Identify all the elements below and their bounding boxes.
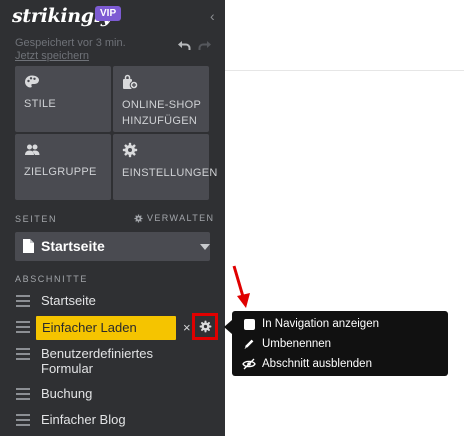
drag-handle-icon[interactable] <box>16 295 30 307</box>
section-item[interactable]: Einfacher Blog <box>0 410 225 430</box>
drag-handle-icon[interactable] <box>16 414 30 426</box>
add-online-shop-tile[interactable]: ONLINE-SHOP HINZUFÜGEN <box>113 66 209 132</box>
shop-add-icon <box>123 74 138 90</box>
chevron-down-icon <box>200 244 210 250</box>
pages-heading: SEITEN <box>15 214 58 224</box>
drag-handle-icon[interactable] <box>16 388 30 400</box>
save-status-text: Gespeichert vor 3 min. <box>15 37 126 49</box>
section-item[interactable]: Benutzerdefiniertes Formular <box>0 345 225 377</box>
palette-icon <box>25 75 39 88</box>
section-item[interactable]: Buchung <box>0 384 225 404</box>
hide-section-label: Abschnitt ausblenden <box>262 358 372 370</box>
manage-pages-link[interactable]: VERWALTEN <box>134 213 214 223</box>
section-label: Startseite <box>41 293 96 308</box>
settings-tile[interactable]: EINSTELLUNGEN <box>113 134 218 200</box>
audience-tile[interactable]: ZIELGRUPPE <box>15 134 111 200</box>
rename-option[interactable]: Umbenennen <box>242 338 331 350</box>
section-label: Einfacher Blog <box>41 412 126 427</box>
popup-pointer <box>224 320 232 334</box>
users-icon <box>25 144 40 155</box>
section-label: Buchung <box>41 386 93 401</box>
gear-icon <box>134 213 143 223</box>
drag-handle-icon[interactable] <box>16 348 30 360</box>
gear-icon <box>199 320 211 333</box>
annotation-arrow-icon <box>232 265 250 308</box>
redo-icon <box>198 41 211 50</box>
editor-sidebar: strikingly VIP ‹ Gespeichert vor 3 min. … <box>0 0 225 436</box>
save-status: Gespeichert vor 3 min. Jetzt speichern <box>15 37 145 63</box>
drag-handle-icon[interactable] <box>16 321 30 333</box>
checkbox-icon[interactable] <box>242 318 256 330</box>
gear-icon <box>122 142 138 158</box>
eye-off-icon <box>242 358 256 370</box>
section-label: Benutzerdefiniertes Formular <box>41 346 154 376</box>
section-name-input[interactable]: Einfacher Laden <box>36 316 176 340</box>
page-select-dropdown[interactable]: Startseite <box>15 232 210 261</box>
document-icon <box>23 239 34 253</box>
hide-section-option[interactable]: Abschnitt ausblenden <box>242 358 372 370</box>
section-options-menu: In Navigation anzeigen Umbenennen Abschn… <box>232 311 448 376</box>
show-in-navigation-label: In Navigation anzeigen <box>262 318 379 330</box>
settings-tile-label: EINSTELLUNGEN <box>122 167 218 179</box>
selected-page-title: Startseite <box>41 238 105 254</box>
undo-icon[interactable] <box>177 38 191 52</box>
pencil-icon <box>244 339 254 349</box>
manage-pages-label: VERWALTEN <box>147 213 215 223</box>
collapse-sidebar-icon[interactable]: ‹ <box>210 8 222 24</box>
show-in-navigation-option[interactable]: In Navigation anzeigen <box>242 318 379 330</box>
styles-tile[interactable]: STILE <box>15 66 111 132</box>
section-item-active[interactable]: Einfacher Laden × <box>0 313 225 340</box>
save-now-link[interactable]: Jetzt speichern <box>15 50 89 62</box>
audience-tile-label: ZIELGRUPPE <box>24 166 97 178</box>
section-item[interactable]: Startseite <box>0 291 225 311</box>
rename-label: Umbenennen <box>262 338 332 350</box>
section-settings-button[interactable] <box>192 313 218 340</box>
vip-badge: VIP <box>95 6 122 21</box>
styles-tile-label: STILE <box>24 98 57 110</box>
remove-section-icon[interactable]: × <box>183 320 191 335</box>
sections-heading: ABSCHNITTE <box>15 274 89 284</box>
canvas-divider <box>225 70 464 71</box>
add-online-shop-tile-label: ONLINE-SHOP HINZUFÜGEN <box>122 99 201 127</box>
